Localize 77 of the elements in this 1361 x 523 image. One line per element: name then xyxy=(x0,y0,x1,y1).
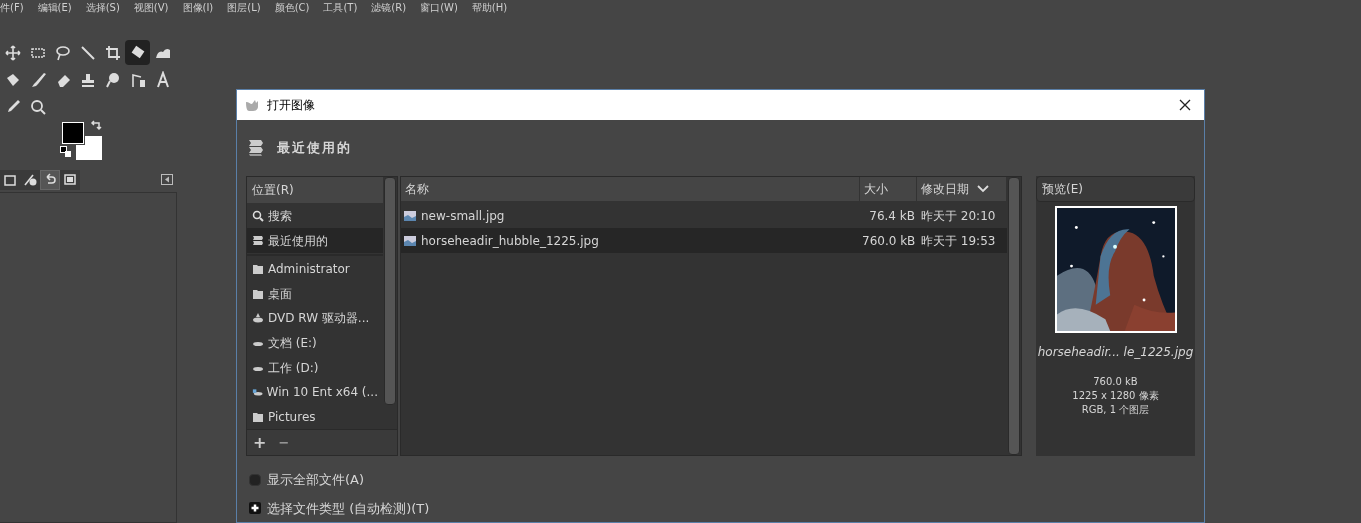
place-item[interactable]: 工作 (D:) xyxy=(247,355,383,380)
column-header[interactable]: 大小 xyxy=(860,177,917,201)
menu-item[interactable]: 编辑(E) xyxy=(37,0,72,15)
panel-menu-icon[interactable] xyxy=(161,174,173,185)
panel-tab[interactable] xyxy=(20,170,40,190)
image-file-icon xyxy=(404,235,416,246)
tool-button[interactable] xyxy=(125,40,150,65)
image-file-icon xyxy=(404,210,416,221)
preview-info: 760.0 kB xyxy=(1093,375,1138,389)
menu-item[interactable]: 滤镜(R) xyxy=(371,0,407,15)
recent-icon xyxy=(252,234,264,247)
place-item[interactable]: 最近使用的 xyxy=(247,228,383,253)
menu-item[interactable]: 选择(S) xyxy=(85,0,120,15)
file-row[interactable]: new-small.jpg 76.4 kB 昨天于 20:10 xyxy=(401,203,1007,228)
column-header[interactable]: 名称 xyxy=(401,177,860,201)
layers-icon xyxy=(3,173,17,187)
undo-icon xyxy=(43,173,57,187)
place-item[interactable]: 文档 (E:) xyxy=(247,330,383,356)
recent-icon xyxy=(247,139,265,157)
optical-drive-icon xyxy=(252,312,264,325)
menu-item[interactable]: 视图(V) xyxy=(133,0,169,15)
smudge-icon xyxy=(103,70,122,89)
file-name: horseheadir_hubble_1225.jpg xyxy=(421,232,599,250)
place-item[interactable]: 搜索 xyxy=(247,203,383,229)
panel-tab[interactable] xyxy=(60,170,80,190)
preview-header: 预览(E) xyxy=(1036,176,1195,202)
close-icon[interactable] xyxy=(1178,98,1192,112)
search-icon xyxy=(252,209,264,222)
menu-item[interactable]: 图像(I) xyxy=(182,0,214,15)
background-color[interactable] xyxy=(76,136,102,160)
location-label: 最近使用的 xyxy=(277,139,352,158)
expander-label[interactable]: 选择文件类型 (自动检测)(T) xyxy=(267,498,430,518)
folder-icon xyxy=(252,410,264,423)
reset-colors-icon[interactable] xyxy=(60,146,72,158)
crop-icon xyxy=(103,43,122,62)
menu-item[interactable]: 颜色(C) xyxy=(274,0,310,15)
swap-icon[interactable] xyxy=(90,120,102,132)
panel-tab[interactable] xyxy=(40,170,60,190)
place-item[interactable]: Administrator xyxy=(247,256,383,282)
lasso-icon xyxy=(53,43,72,62)
file-row[interactable]: horseheadir_hubble_1225.jpg 760.0 kB 昨天于 19:53 xyxy=(401,228,1007,253)
scrollbar-thumb[interactable] xyxy=(1008,177,1020,455)
preview-filename: horseheadir... le_1225.jpg xyxy=(1037,344,1194,361)
image-icon xyxy=(63,173,77,187)
file-date: 昨天于 19:53 xyxy=(920,232,997,250)
places-header: 位置(R) xyxy=(247,177,383,203)
menu-item[interactable]: 帮助(H) xyxy=(471,0,508,15)
preview-info: RGB, 1 个图层 xyxy=(1081,403,1150,417)
panel-tab[interactable] xyxy=(0,170,20,190)
folder-icon xyxy=(252,263,264,276)
place-item[interactable]: DVD RW 驱动器... xyxy=(247,306,383,331)
menu-item[interactable]: 图层(L) xyxy=(227,0,261,15)
file-name: new-small.jpg xyxy=(421,207,505,225)
move-icon xyxy=(3,43,22,62)
folder-icon xyxy=(252,287,264,300)
file-size: 76.4 kB xyxy=(868,207,916,225)
file-date: 昨天于 20:10 xyxy=(920,207,997,225)
expander-icon[interactable] xyxy=(249,502,261,515)
paths-info-icon xyxy=(23,173,37,187)
column-header[interactable]: 修改日期 xyxy=(917,177,1007,201)
preview-info: 1225 x 1280 像素 xyxy=(1072,389,1159,403)
place-item[interactable]: Pictures xyxy=(247,404,383,430)
remove-button[interactable]: − xyxy=(278,436,290,449)
place-item[interactable]: Win 10 Ent x64 (... xyxy=(247,379,383,405)
file-size: 760.0 kB xyxy=(861,232,917,250)
place-item[interactable]: 桌面 xyxy=(247,281,383,306)
menu-item[interactable]: 工具(T) xyxy=(323,0,358,15)
menu-item[interactable]: 窗口(W) xyxy=(420,0,458,15)
zoom-icon xyxy=(28,97,47,116)
add-button[interactable]: + xyxy=(253,434,267,451)
scrollbar-thumb[interactable] xyxy=(384,177,396,405)
sort-icon[interactable] xyxy=(977,185,989,193)
window-title: 打开图像 xyxy=(267,97,315,114)
checkbox[interactable] xyxy=(249,473,261,486)
foreground-color[interactable] xyxy=(62,122,84,144)
checkbox-label[interactable]: 显示全部文件(A) xyxy=(267,470,365,490)
menu-item[interactable]: 件(F) xyxy=(0,0,24,15)
